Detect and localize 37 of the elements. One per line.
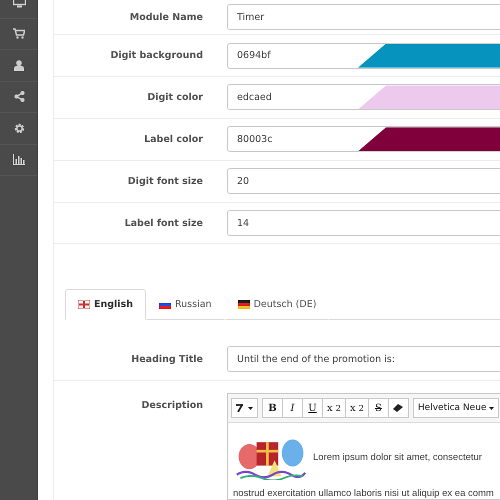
eraser-icon — [393, 404, 404, 412]
germany-flag-icon — [238, 300, 250, 310]
share-icon — [14, 91, 24, 102]
field-label: Label font size — [124, 218, 203, 229]
gear-icon — [14, 122, 24, 134]
language-tab[interactable]: English — [65, 289, 146, 320]
caret-icon — [248, 406, 253, 410]
underline-button[interactable]: U — [302, 398, 323, 418]
caret-icon — [489, 406, 494, 410]
monitor-icon — [12, 0, 26, 8]
text-input[interactable]: 14 — [227, 210, 500, 236]
bold-button[interactable]: B — [262, 398, 283, 418]
font-dropdown-button[interactable]: Helvetica Neue — [412, 398, 500, 418]
user-icon — [14, 60, 24, 71]
style-dropdown-button[interactable] — [231, 398, 258, 418]
field-label: Digit color — [146, 92, 203, 103]
paragraph: Lorem ipsum dolor sit amet, consectetur — [313, 452, 482, 464]
field-label: Description — [140, 399, 203, 412]
color-input[interactable]: 0694bf — [227, 42, 500, 69]
paragraph: nostrud exercitation ullamco laboris nisi ut aliquip ex ea comm — [233, 488, 495, 500]
field-label: Digit font size — [126, 176, 203, 187]
color-input[interactable]: edcaed — [227, 84, 500, 110]
color-input[interactable]: 80003c — [227, 126, 500, 152]
text-input[interactable]: 20 — [227, 168, 500, 194]
text-input[interactable]: Timer — [227, 4, 500, 30]
text-input[interactable]: Until the end of the promotion is: — [227, 346, 500, 372]
field-label: Digit background — [109, 50, 203, 62]
strike-button[interactable]: S — [368, 398, 389, 418]
bar-chart-icon — [13, 154, 25, 166]
cart-icon — [13, 28, 25, 40]
uk-flag-icon — [78, 300, 90, 310]
italic-button[interactable]: I — [282, 398, 303, 418]
eraser-button[interactable] — [388, 398, 409, 418]
field-label: Heading Title — [130, 354, 203, 365]
russia-flag-icon — [158, 300, 171, 310]
field-label: Module Name — [128, 12, 203, 23]
field-label: Label color — [143, 134, 203, 145]
